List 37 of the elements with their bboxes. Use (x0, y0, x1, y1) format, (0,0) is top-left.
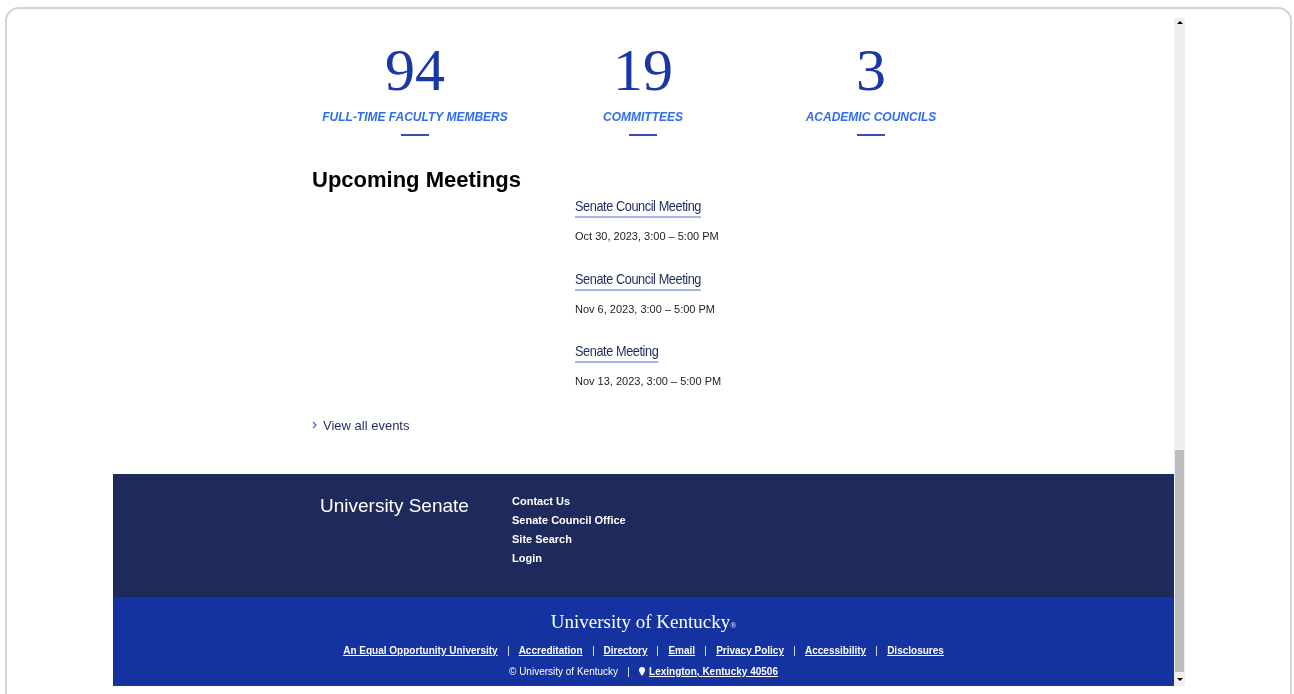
footer-link[interactable]: Accessibility (804, 643, 867, 658)
footer-link[interactable]: Login (512, 550, 542, 567)
event-date: Nov 6, 2023, 3:00 – 5:00 PM (575, 301, 717, 317)
stat-number: 3 (856, 40, 886, 100)
label-underline (629, 134, 657, 136)
event-link[interactable]: Senate Council Meeting (575, 196, 702, 218)
address-link[interactable]: Lexington, Kentucky 40506 (639, 664, 778, 679)
chevron-right-icon (312, 421, 317, 430)
footer-title: University Senate (320, 494, 470, 518)
footer-link[interactable]: Disclosures (887, 643, 944, 658)
footer-link[interactable]: Site Search (512, 531, 572, 548)
stat-label: ACADEMIC COUNCILS (805, 109, 937, 126)
footer-link[interactable]: Senate Council Office (512, 512, 626, 529)
wordmark: University of Kentucky® (550, 611, 737, 634)
scroll-down-icon[interactable] (1177, 678, 1183, 681)
footer-link[interactable]: Accreditation (518, 643, 583, 658)
stat-label: FULL-TIME FACULTY MEMBERS (322, 109, 508, 126)
footer-link[interactable]: Directory (603, 643, 648, 658)
stat-number: 94 (385, 40, 445, 100)
event-date: Nov 13, 2023, 3:00 – 5:00 PM (575, 374, 723, 389)
footer-link[interactable]: An Equal Opportunity University (343, 643, 498, 658)
scrollbar-thumb[interactable] (1175, 450, 1184, 672)
view-all-link[interactable]: View all events (312, 415, 410, 435)
scroll-up-icon[interactable] (1177, 21, 1183, 24)
map-pin-icon (639, 667, 646, 676)
label-underline (401, 134, 429, 136)
footer-link[interactable]: Privacy Policy (716, 643, 784, 658)
stat-label: COMMITTEES (603, 109, 683, 126)
label-underline (857, 134, 885, 136)
section-heading: Upcoming Meetings (312, 166, 522, 194)
event-link[interactable]: Senate Meeting (575, 341, 659, 363)
event-date: Oct 30, 2023, 3:00 – 5:00 PM (575, 229, 720, 244)
footer-link[interactable]: Email (668, 643, 696, 658)
footer-link[interactable]: Contact Us (512, 493, 571, 510)
stat-number: 19 (613, 40, 673, 100)
event-link[interactable]: Senate Council Meeting (575, 268, 702, 291)
copyright-text: © University of Kentucky (509, 665, 619, 679)
